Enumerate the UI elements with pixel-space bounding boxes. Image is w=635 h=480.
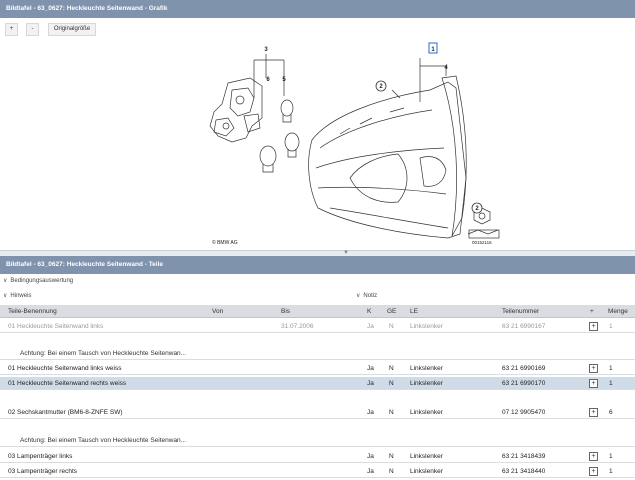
add-to-cart-button[interactable]: +: [589, 322, 598, 331]
part-ge: N: [389, 453, 394, 460]
col-k-header[interactable]: K: [367, 305, 371, 318]
part-le: Linkslenker: [410, 453, 443, 460]
col-le-header[interactable]: LE: [410, 305, 418, 318]
part-name: 02 Sechskantmutter (BM6-8-ZNFE SW): [8, 409, 123, 416]
table-row-selected[interactable]: 01 Heckleuchte Seitenwand rechts weiss J…: [0, 377, 635, 390]
part-qty: 6: [609, 409, 613, 416]
callout-3-label[interactable]: 3: [264, 47, 268, 53]
part-name: 03 Lampenträger rechts: [8, 468, 78, 475]
chevron-down-icon: ∨: [3, 278, 8, 284]
col-from-header[interactable]: Von: [212, 305, 223, 318]
conditions-section-toggle[interactable]: ∨ Bedingungsauswertung: [0, 275, 400, 287]
part-name: 01 Heckleuchte Seitenwand links weiss: [8, 365, 122, 372]
graphic-panel-title: Bildtafel - 63_0627: Heckleuchte Seitenw…: [0, 0, 635, 18]
part-ge: N: [389, 409, 394, 416]
parts-illustration: 1 2 2 3 4 5 6 © BMW AG 00152116: [0, 38, 635, 250]
part-to-date: 31.07.2006: [281, 323, 314, 330]
parts-panel-title: Bildtafel - 63_0627: Heckleuchte Seitenw…: [0, 256, 635, 274]
note-section-toggle[interactable]: ∨ Notiz: [353, 290, 553, 302]
part-qty: 1: [609, 468, 613, 475]
part-number: 63 21 6990169: [502, 365, 546, 372]
part-name: 01 Heckleuchte Seitenwand links: [8, 323, 104, 330]
part-number: 63 21 3418440: [502, 468, 546, 475]
add-to-cart-button[interactable]: +: [589, 408, 598, 417]
row-note-text: Achtung: Bei einem Tausch von Heckleucht…: [20, 350, 187, 357]
chevron-down-icon: ∨: [3, 293, 8, 299]
parts-table-header: Teile-Benennung Von Bis K GE LE Teilenum…: [0, 305, 635, 318]
part-le: Linkslenker: [410, 468, 443, 475]
callout-6-label[interactable]: 6: [266, 77, 270, 83]
part-number: 63 21 6990170: [502, 380, 546, 387]
part-k: Ja: [367, 380, 374, 387]
col-ge-header[interactable]: GE: [387, 305, 396, 318]
part-ge: N: [389, 323, 394, 330]
part-number: 63 21 6990167: [502, 323, 546, 330]
part-ge: N: [389, 380, 394, 387]
chevron-down-icon: ∨: [356, 293, 361, 299]
part-k: Ja: [367, 365, 374, 372]
part-number: 63 21 3418439: [502, 453, 546, 460]
conditions-section-label: Bedingungsauswertung: [10, 278, 74, 284]
add-to-cart-button[interactable]: +: [589, 364, 598, 373]
table-row[interactable]: 03 Lampenträger rechts Ja N Linkslenker …: [0, 465, 635, 478]
graphic-toolbar: + - Originalgröße: [0, 20, 635, 38]
table-row[interactable]: 01 Heckleuchte Seitenwand links weiss Ja…: [0, 362, 635, 375]
original-size-button[interactable]: Originalgröße: [48, 23, 96, 36]
drawing-number-label: 00152116: [472, 240, 492, 245]
col-qty-header[interactable]: Menge: [608, 305, 628, 318]
part-qty: 1: [609, 380, 613, 387]
tail-light-diagram: 1 2 2 3 4 5 6 © BMW AG 00152116: [209, 42, 500, 246]
add-to-cart-button[interactable]: +: [589, 467, 598, 476]
add-to-cart-button[interactable]: +: [589, 452, 598, 461]
part-le: Linkslenker: [410, 380, 443, 387]
table-row[interactable]: 02 Sechskantmutter (BM6-8-ZNFE SW) Ja N …: [0, 406, 635, 419]
part-qty: 1: [609, 365, 613, 372]
row-note-text: Achtung: Bei einem Tausch von Heckleucht…: [20, 437, 187, 444]
part-qty: 1: [609, 453, 613, 460]
table-row-note[interactable]: Achtung: Bei einem Tausch von Heckleucht…: [0, 434, 635, 447]
callout-5-label[interactable]: 5: [282, 77, 286, 83]
part-number: 07 12 9905470: [502, 409, 546, 416]
part-ge: N: [389, 365, 394, 372]
part-le: Linkslenker: [410, 323, 443, 330]
table-row-note[interactable]: Achtung: Bei einem Tausch von Heckleucht…: [0, 347, 635, 360]
part-name: 03 Lampenträger links: [8, 453, 73, 460]
callout-4-label[interactable]: 4: [444, 65, 448, 71]
col-plus-header[interactable]: +: [590, 305, 594, 318]
part-ge: N: [389, 468, 394, 475]
part-qty: 1: [609, 323, 613, 330]
add-to-cart-button[interactable]: +: [589, 379, 598, 388]
part-k: Ja: [367, 409, 374, 416]
hint-section-toggle[interactable]: ∨ Hinweis: [0, 290, 340, 302]
table-row[interactable]: 03 Lampenträger links Ja N Linkslenker 6…: [0, 450, 635, 463]
hint-section-label: Hinweis: [10, 293, 32, 299]
zoom-out-button[interactable]: -: [26, 23, 39, 36]
note-section-label: Notiz: [363, 293, 378, 299]
part-k: Ja: [367, 323, 374, 330]
col-name-header[interactable]: Teile-Benennung: [8, 305, 57, 318]
part-le: Linkslenker: [410, 365, 443, 372]
col-to-header[interactable]: Bis: [281, 305, 290, 318]
part-le: Linkslenker: [410, 409, 443, 416]
copyright-label: © BMW AG: [212, 239, 238, 246]
table-row[interactable]: 01 Heckleuchte Seitenwand links 31.07.20…: [0, 320, 635, 333]
part-k: Ja: [367, 453, 374, 460]
col-part-number-header[interactable]: Teilenummer: [502, 305, 539, 318]
part-k: Ja: [367, 468, 374, 475]
zoom-in-button[interactable]: +: [5, 23, 18, 36]
part-name: 01 Heckleuchte Seitenwand rechts weiss: [8, 380, 127, 387]
